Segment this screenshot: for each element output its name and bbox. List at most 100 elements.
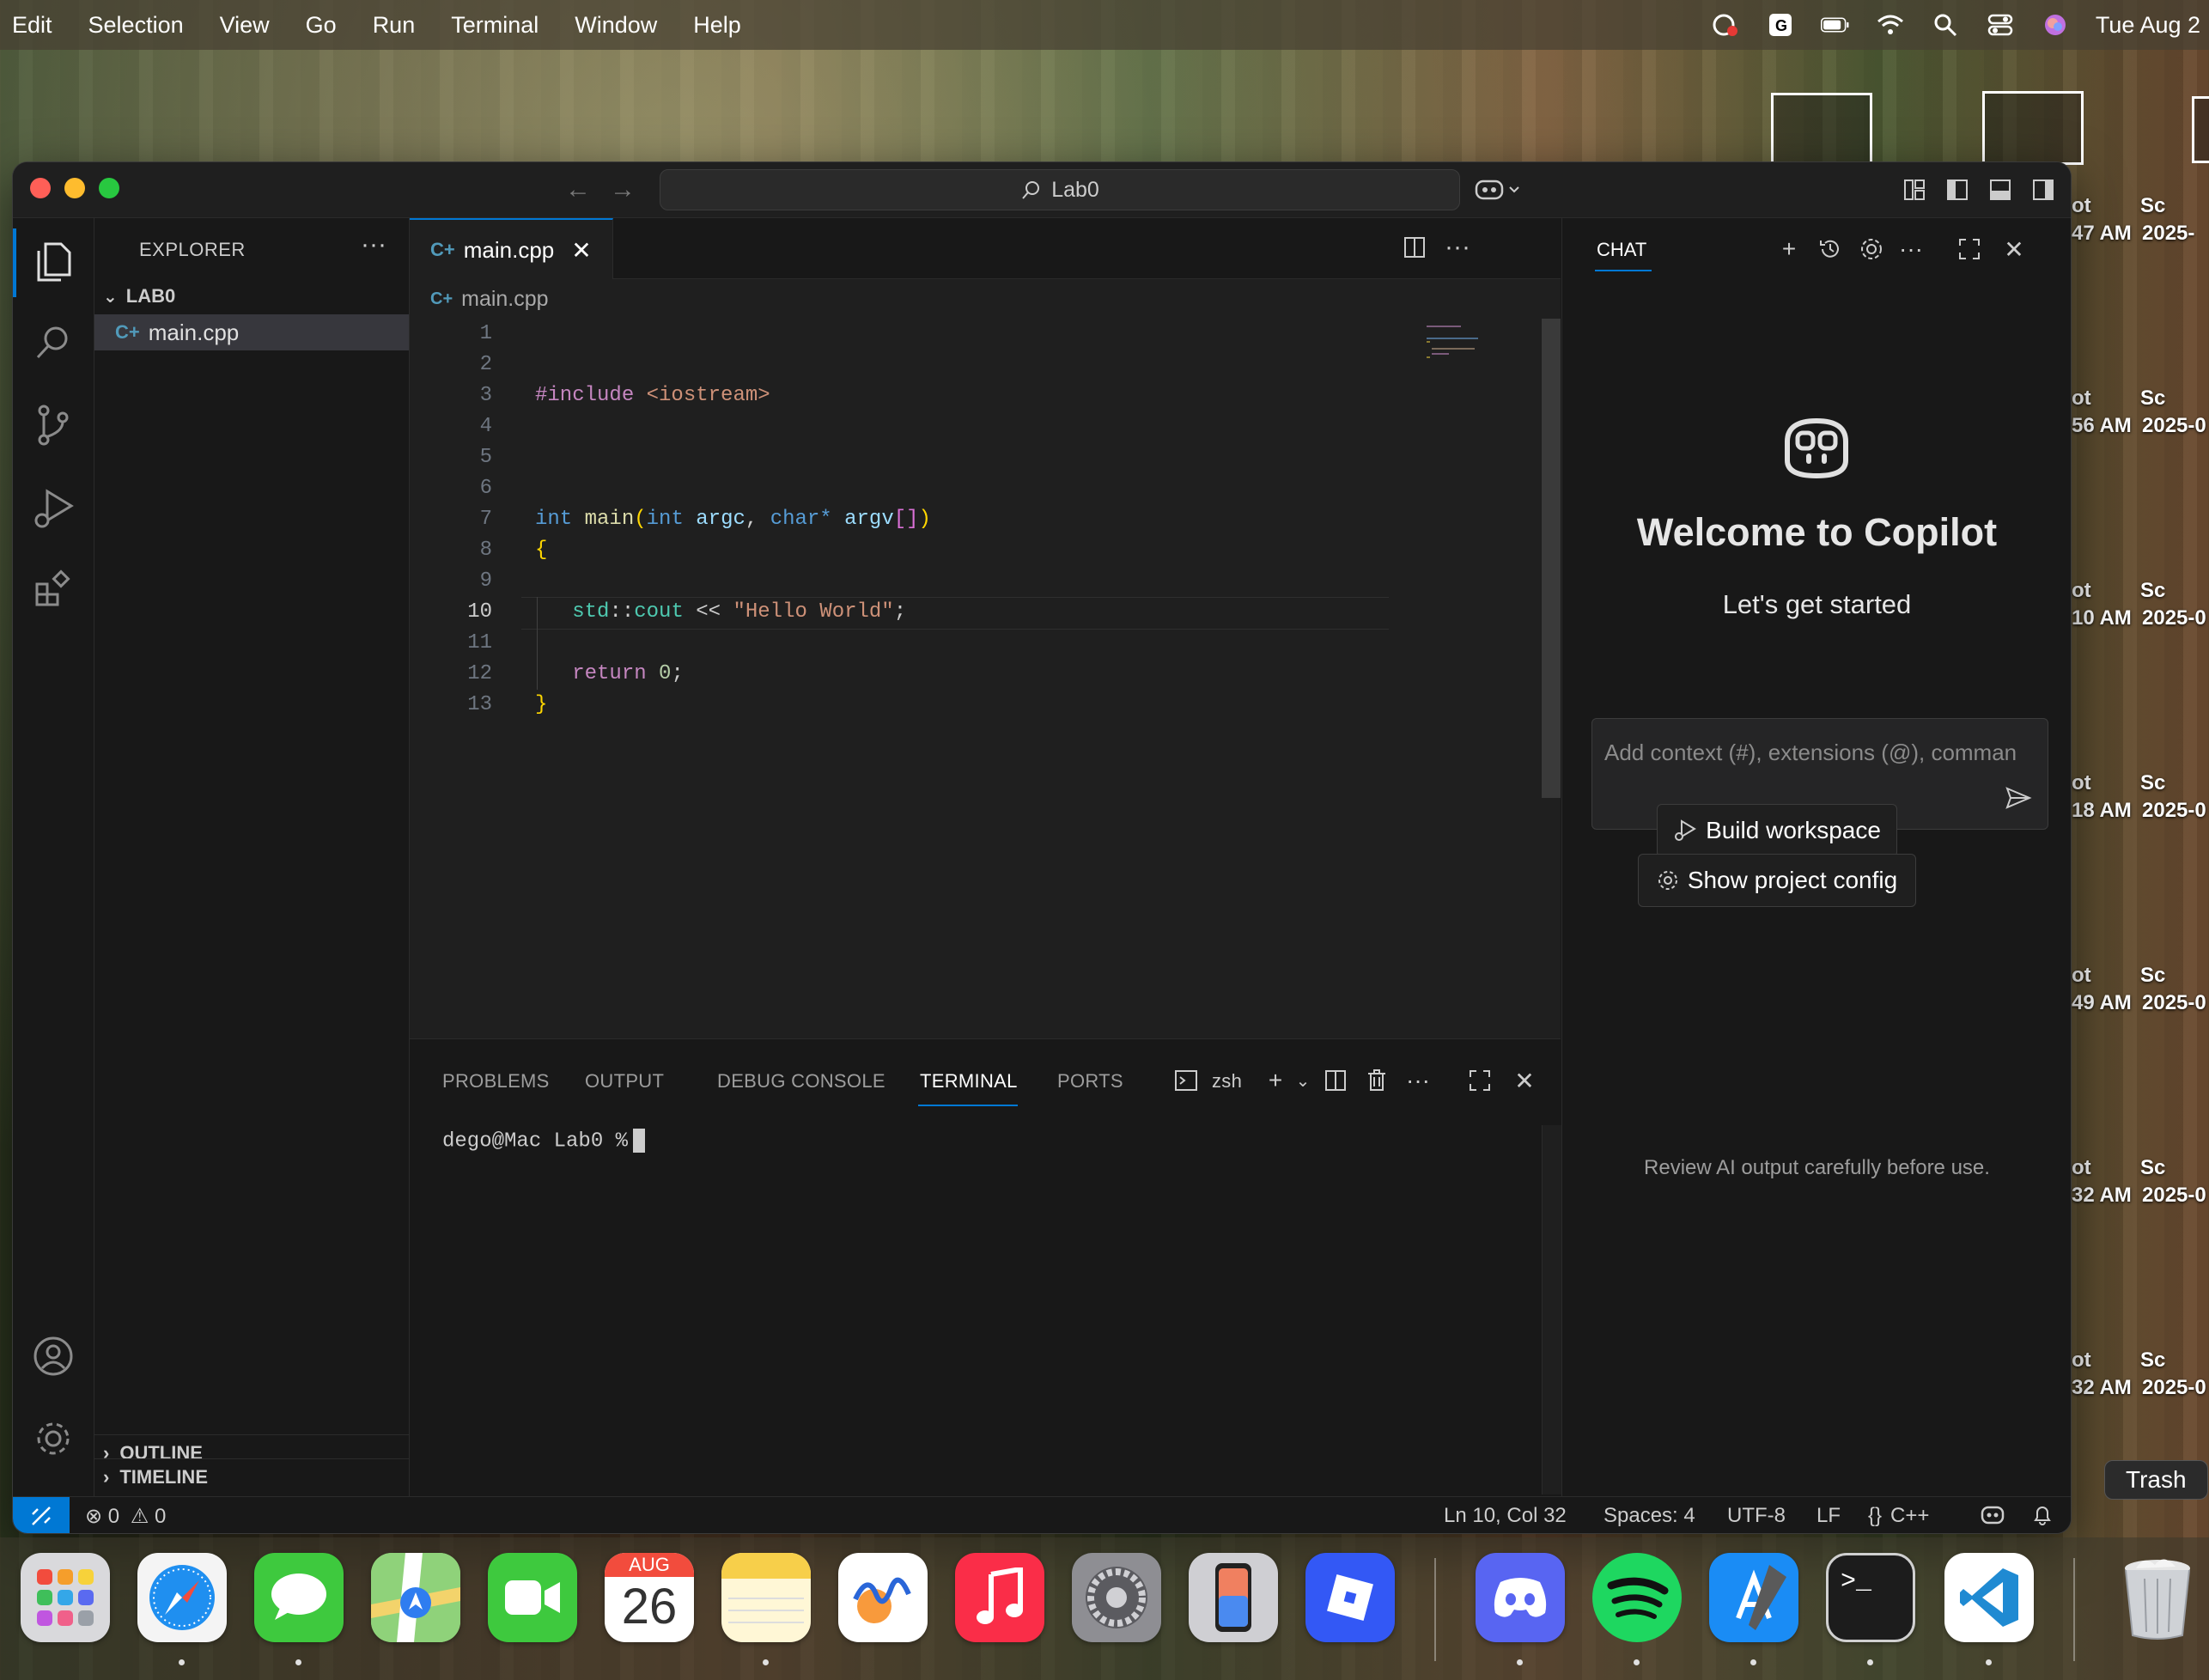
more-actions-icon[interactable]: ··· [361, 230, 386, 259]
copilot-status-icon[interactable] [1980, 1504, 2005, 1532]
trash-icon[interactable] [1361, 1065, 1392, 1096]
desktop-file-label[interactable]: ot [2072, 1156, 2091, 1180]
desktop-file-label[interactable]: 32 AM [2072, 1184, 2132, 1208]
safari-icon[interactable] [137, 1553, 227, 1642]
desktop-file-label[interactable]: ot [2072, 964, 2091, 988]
remote-indicator-icon[interactable] [13, 1497, 70, 1533]
terminal-scrollbar[interactable] [1542, 1125, 1561, 1494]
desktop-file-label[interactable]: Sc [2140, 194, 2165, 218]
maps-icon[interactable] [371, 1553, 460, 1642]
encoding[interactable]: UTF-8 [1727, 1504, 1786, 1528]
freeform-icon[interactable] [838, 1553, 928, 1642]
file-main-cpp[interactable]: C+ main.cpp [94, 314, 409, 350]
spotlight-search-icon[interactable] [1931, 10, 1960, 40]
desktop-file-label[interactable]: 2025-0 [2142, 1184, 2206, 1208]
iphone-mirroring-icon[interactable] [1189, 1553, 1278, 1642]
new-chat-icon[interactable]: + [1772, 232, 1806, 266]
tab-debug-console[interactable]: DEBUG CONSOLE [717, 1070, 885, 1093]
code-editor[interactable]: 1 2 3 4 5 6 7 8 9 10 11 12 13 #include <… [410, 319, 1561, 1038]
creative-cloud-icon[interactable] [1711, 10, 1740, 40]
desktop-file-label[interactable]: Sc [2140, 771, 2165, 795]
desktop-file-label[interactable]: ot [2072, 1348, 2091, 1373]
desktop-file-label[interactable]: Sc [2140, 1348, 2165, 1373]
desktop-file-label[interactable]: 2025-0 [2142, 991, 2206, 1015]
desktop-file-label[interactable]: 10 AM [2072, 606, 2132, 630]
customize-layout-icon[interactable] [1897, 173, 1932, 207]
desktop-file-label[interactable]: 2025-0 [2142, 414, 2206, 438]
chevron-down-icon[interactable]: ⌄ [1287, 1065, 1318, 1096]
desktop-file-label[interactable]: ot [2072, 387, 2091, 411]
command-center-search[interactable]: Lab0 [660, 169, 1460, 210]
manage-gear-icon[interactable] [32, 1417, 75, 1460]
run-and-debug-icon[interactable] [32, 486, 75, 529]
settings-gear-icon[interactable] [1854, 232, 1889, 266]
desktop-file-label[interactable]: Sc [2140, 579, 2165, 603]
desktop-file-label[interactable]: 32 AM [2072, 1376, 2132, 1400]
indentation[interactable]: Spaces: 4 [1604, 1504, 1695, 1528]
notifications-bell-icon[interactable] [2031, 1504, 2054, 1532]
trash-icon[interactable] [2113, 1553, 2202, 1642]
close-panel-icon[interactable]: ✕ [1509, 1065, 1540, 1096]
split-terminal-icon[interactable] [1320, 1065, 1351, 1096]
menu-view[interactable]: View [220, 12, 270, 39]
history-icon[interactable] [1813, 232, 1847, 266]
send-icon[interactable] [2005, 786, 2032, 817]
new-terminal-icon[interactable]: + [1260, 1065, 1291, 1096]
menubar-clock[interactable]: Tue Aug 2 [2096, 12, 2200, 39]
maximize-window-button[interactable] [99, 178, 119, 198]
tab-terminal[interactable]: TERMINAL [920, 1070, 1018, 1093]
tab-problems[interactable]: PROBLEMS [442, 1070, 550, 1093]
close-chat-icon[interactable]: ✕ [1997, 232, 2031, 266]
breadcrumb-file[interactable]: main.cpp [461, 287, 548, 312]
desktop-file-label[interactable]: 56 AM [2072, 414, 2132, 438]
toggle-panel-icon[interactable] [1983, 173, 2017, 207]
battery-icon[interactable] [1820, 10, 1850, 40]
desktop-file-label[interactable]: Sc [2140, 387, 2165, 411]
terminal-icon[interactable]: >_ [1826, 1553, 1915, 1642]
messages-icon[interactable] [254, 1553, 344, 1642]
control-center-icon[interactable] [1986, 10, 2015, 40]
more-actions-icon[interactable]: ··· [1894, 232, 1928, 266]
menu-window[interactable]: Window [575, 12, 657, 39]
copilot-menu-icon[interactable] [1470, 173, 1526, 207]
end-of-line[interactable]: LF [1816, 1504, 1841, 1528]
explorer-icon[interactable] [32, 240, 75, 283]
spotify-icon[interactable] [1592, 1553, 1682, 1642]
desktop-file-label[interactable]: ot [2072, 771, 2091, 795]
desktop-file-label[interactable]: 2025-0 [2142, 1376, 2206, 1400]
wifi-icon[interactable] [1876, 10, 1905, 40]
back-arrow-icon[interactable]: ← [561, 173, 595, 207]
problems-indicator[interactable]: ⊗ 0 ⚠ 0 [85, 1504, 166, 1529]
editor-more-actions-icon[interactable]: ··· [1440, 230, 1475, 265]
desktop-file-label[interactable]: 49 AM [2072, 991, 2132, 1015]
toggle-secondary-sidebar-icon[interactable] [2026, 173, 2060, 207]
minimize-window-button[interactable] [64, 178, 85, 198]
system-settings-icon[interactable] [1072, 1553, 1161, 1642]
source-control-icon[interactable] [32, 404, 75, 447]
menu-help[interactable]: Help [693, 12, 741, 39]
desktop-file-label[interactable]: ot [2072, 194, 2091, 218]
desktop-file-label[interactable]: Sc [2140, 1156, 2165, 1180]
menu-go[interactable]: Go [306, 12, 337, 39]
desktop-screenshot-thumbnail[interactable] [1982, 91, 2084, 165]
desktop-file-label[interactable]: 2025-0 [2142, 799, 2206, 823]
tab-main-cpp[interactable]: C+ main.cpp ✕ [410, 218, 613, 280]
terminal-shell-label[interactable]: zsh [1212, 1070, 1242, 1093]
facetime-icon[interactable] [488, 1553, 577, 1642]
toggle-primary-sidebar-icon[interactable] [1940, 173, 1975, 207]
discord-icon[interactable] [1476, 1553, 1565, 1642]
desktop-file-label[interactable]: Sc [2140, 964, 2165, 988]
desktop-file-label[interactable]: 2025- [2142, 222, 2194, 246]
grammarly-icon[interactable]: G [1766, 10, 1795, 40]
forward-arrow-icon[interactable]: → [605, 173, 640, 207]
timeline-section[interactable]: › TIMELINE [94, 1458, 409, 1495]
desktop-screenshot-thumbnail[interactable] [1771, 93, 1872, 167]
build-workspace-button[interactable]: Build workspace [1657, 804, 1897, 857]
calendar-icon[interactable]: AUG 26 [605, 1553, 694, 1642]
menu-run[interactable]: Run [373, 12, 416, 39]
maximize-chat-icon[interactable] [1952, 232, 1987, 266]
vscode-icon[interactable] [1944, 1553, 2034, 1642]
chat-title[interactable]: CHAT [1597, 239, 1646, 261]
minimap[interactable] [1423, 319, 1509, 379]
desktop-file-label[interactable]: 18 AM [2072, 799, 2132, 823]
